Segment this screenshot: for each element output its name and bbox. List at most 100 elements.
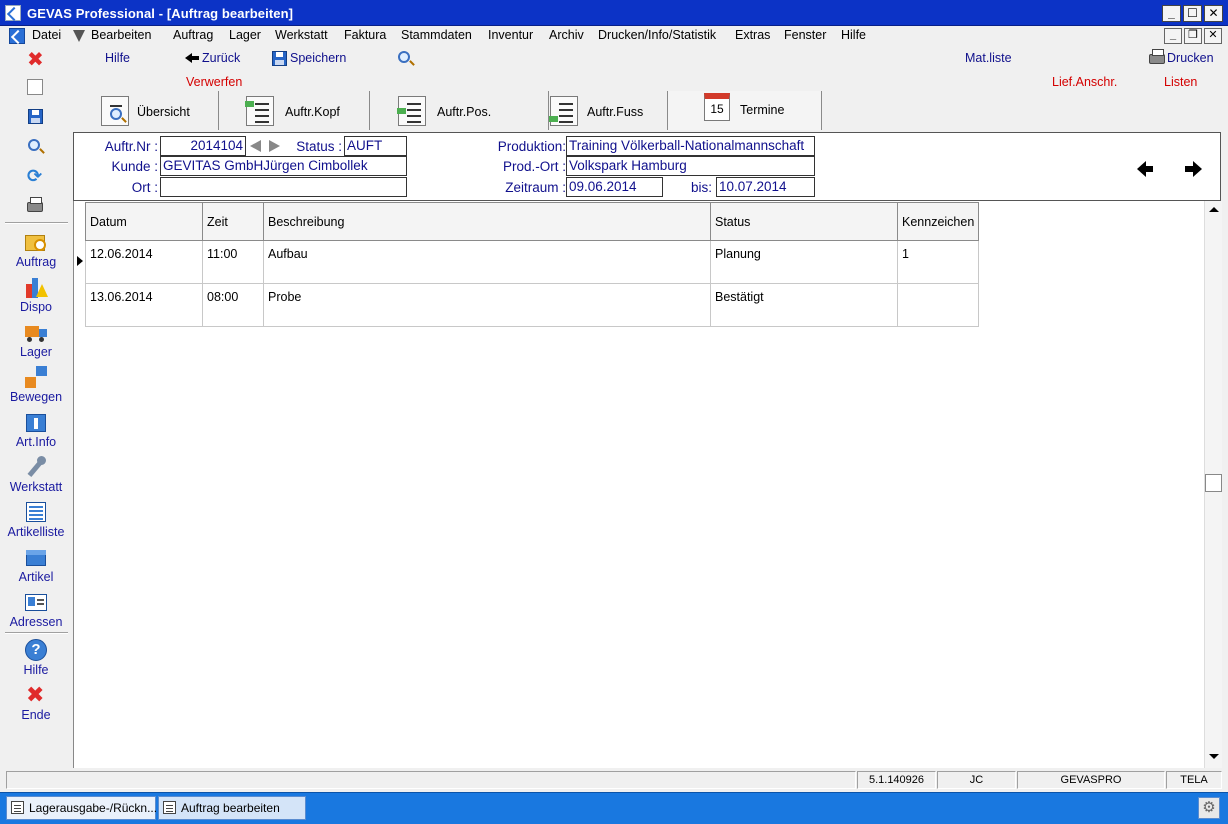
- mdi-restore-button[interactable]: ❐: [1184, 28, 1202, 44]
- menu-auftrag[interactable]: Auftrag: [173, 28, 213, 42]
- calendar-icon: 15: [704, 93, 730, 121]
- tab-uebersicht[interactable]: Übersicht: [71, 91, 219, 130]
- prev-page-arrow-shaft: [1145, 166, 1153, 172]
- sidebar-item-hilfe[interactable]: ? Hilfe: [0, 639, 72, 677]
- column-header-datum[interactable]: Datum: [85, 202, 203, 241]
- sidebar-item-artikel[interactable]: Artikel: [0, 546, 72, 584]
- listen-link[interactable]: Listen: [1164, 75, 1197, 89]
- speichern-button[interactable]: Speichern: [290, 51, 346, 65]
- menu-faktura[interactable]: Faktura: [344, 28, 386, 42]
- kunde-field[interactable]: GEVITAS GmbHJürgen Cimbollek: [160, 156, 407, 176]
- vertical-scrollbar[interactable]: [1204, 201, 1222, 768]
- cell-zeit[interactable]: 08:00: [202, 283, 264, 327]
- cell-datum[interactable]: 13.06.2014: [85, 283, 203, 327]
- cell-kennzeichen[interactable]: 1: [897, 240, 979, 284]
- zeitraum-bis-field[interactable]: 10.07.2014: [716, 177, 815, 197]
- drucken-button[interactable]: Drucken: [1167, 51, 1214, 65]
- tab-bar: Übersicht Auftr.Kopf Auftr.Pos. Auftr.Fu…: [71, 91, 1221, 131]
- sidebar-item-dispo[interactable]: Dispo: [0, 276, 72, 314]
- menu-bearbeiten[interactable]: Bearbeiten: [91, 28, 151, 42]
- produktion-field[interactable]: Training Völkerball-Nationalmannschaft: [566, 136, 815, 156]
- scroll-down-icon[interactable]: [1209, 754, 1219, 759]
- truck-icon: [25, 321, 47, 343]
- tab-label: Termine: [740, 103, 785, 117]
- menu-fenster[interactable]: Fenster: [784, 28, 826, 42]
- sidebar-item-bewegen[interactable]: Bewegen: [0, 366, 72, 404]
- cell-status[interactable]: Bestätigt: [710, 283, 898, 327]
- bis-label: bis:: [690, 180, 712, 195]
- sidebar-item-art-info[interactable]: Art.Info: [0, 411, 72, 449]
- lief-anschr-link[interactable]: Lief.Anschr.: [1052, 75, 1117, 89]
- sidebar-item-werkstatt[interactable]: Werkstatt: [0, 456, 72, 494]
- zurueck-button[interactable]: Zurück: [202, 51, 240, 65]
- tab-auftr-fuss[interactable]: Auftr.Fuss: [549, 91, 668, 130]
- sidebar-item-lager[interactable]: Lager: [0, 321, 72, 359]
- task-lagerausgabe[interactable]: Lagerausgabe-/Rückn...: [6, 796, 157, 820]
- menu-archiv[interactable]: Archiv: [549, 28, 584, 42]
- menu-drucken-info-statistik[interactable]: Drucken/Info/Statistik: [598, 28, 716, 42]
- column-header-beschreibung[interactable]: Beschreibung: [263, 202, 711, 241]
- close-button[interactable]: ✕: [1204, 5, 1223, 22]
- hilfe-link[interactable]: Hilfe: [105, 51, 130, 65]
- menu-stammdaten[interactable]: Stammdaten: [401, 28, 472, 42]
- printer-icon[interactable]: [27, 197, 43, 212]
- dropdown-triangle-icon[interactable]: [73, 30, 85, 42]
- mdi-close-button[interactable]: ✕: [1204, 28, 1222, 44]
- minimize-button[interactable]: _: [1162, 5, 1181, 22]
- document-icon[interactable]: [9, 28, 25, 44]
- new-document-icon[interactable]: [27, 79, 43, 95]
- menu-inventur[interactable]: Inventur: [488, 28, 533, 42]
- menu-hilfe[interactable]: Hilfe: [841, 28, 866, 42]
- move-icon: [25, 366, 47, 388]
- table-row[interactable]: 12.06.2014 11:00 Aufbau Planung 1: [85, 240, 979, 284]
- column-header-status[interactable]: Status: [710, 202, 898, 241]
- next-record-icon[interactable]: [269, 140, 280, 152]
- sidebar-item-auftrag[interactable]: Auftrag: [0, 231, 72, 269]
- zeitraum-von-field[interactable]: 09.06.2014: [566, 177, 663, 197]
- menu-werkstatt[interactable]: Werkstatt: [275, 28, 328, 42]
- sidebar-separator: [5, 632, 68, 634]
- tab-auftr-kopf[interactable]: Auftr.Kopf: [219, 91, 370, 130]
- cancel-icon[interactable]: ✖: [27, 47, 44, 72]
- menu-datei[interactable]: Datei: [32, 28, 61, 42]
- sidebar-label: Bewegen: [9, 390, 63, 404]
- menu-lager[interactable]: Lager: [229, 28, 261, 42]
- refresh-icon[interactable]: ⟳: [27, 166, 42, 187]
- maximize-button[interactable]: ☐: [1183, 5, 1202, 22]
- scroll-thumb[interactable]: [1205, 474, 1222, 492]
- help-icon: ?: [25, 639, 47, 661]
- cell-kennzeichen[interactable]: [897, 283, 979, 327]
- status-database: GEVASPRO: [1017, 771, 1165, 789]
- mdi-minimize-button[interactable]: _: [1164, 28, 1182, 44]
- status-field[interactable]: AUFT: [344, 136, 407, 156]
- menu-extras[interactable]: Extras: [735, 28, 770, 42]
- sidebar-label: Dispo: [20, 300, 52, 314]
- task-auftrag-bearbeiten[interactable]: Auftrag bearbeiten: [158, 796, 306, 820]
- cell-datum[interactable]: 12.06.2014: [85, 240, 203, 284]
- verwerfen-button[interactable]: Verwerfen: [186, 75, 242, 89]
- scroll-up-icon[interactable]: [1209, 207, 1219, 212]
- sidebar-item-ende[interactable]: ✖ Ende: [0, 682, 72, 722]
- next-page-arrow-icon[interactable]: [1193, 161, 1202, 177]
- search-icon[interactable]: [28, 139, 40, 151]
- ort-field[interactable]: [160, 177, 407, 197]
- cell-beschreibung[interactable]: Aufbau: [263, 240, 711, 284]
- tab-termine[interactable]: 15 Termine: [668, 91, 822, 130]
- column-header-kennzeichen[interactable]: Kennzeichen: [897, 202, 979, 241]
- cell-zeit[interactable]: 11:00: [202, 240, 264, 284]
- tab-auftr-pos[interactable]: Auftr.Pos.: [370, 91, 549, 130]
- auftr-nr-field[interactable]: 2014104: [160, 136, 246, 156]
- prod-ort-field[interactable]: Volkspark Hamburg: [566, 156, 815, 176]
- prev-record-icon[interactable]: [250, 140, 261, 152]
- search-icon[interactable]: [398, 51, 410, 63]
- matliste-link[interactable]: Mat.liste: [965, 51, 1012, 65]
- cell-status[interactable]: Planung: [710, 240, 898, 284]
- column-header-zeit[interactable]: Zeit: [202, 202, 264, 241]
- gear-icon[interactable]: ⚙: [1198, 797, 1220, 819]
- sidebar-item-artikelliste[interactable]: Artikelliste: [0, 501, 72, 539]
- sidebar-item-adressen[interactable]: Adressen: [0, 591, 72, 629]
- table-row[interactable]: 13.06.2014 08:00 Probe Bestätigt: [85, 283, 979, 327]
- save-icon[interactable]: [28, 109, 43, 124]
- sidebar-separator: [5, 222, 68, 224]
- cell-beschreibung[interactable]: Probe: [263, 283, 711, 327]
